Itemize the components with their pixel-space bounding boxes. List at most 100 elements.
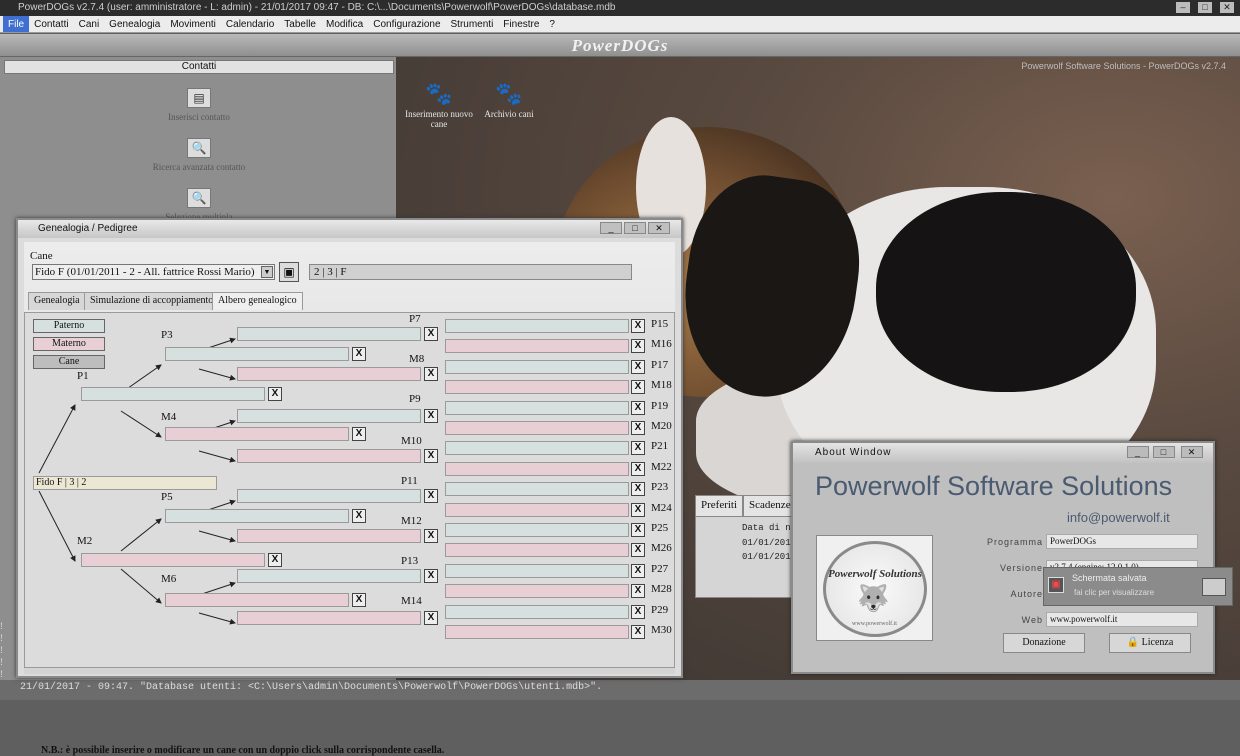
menu-file[interactable]: File	[3, 16, 30, 32]
pedigree-box-p7[interactable]	[237, 327, 421, 341]
minimize-button[interactable]: _	[1127, 446, 1149, 458]
clear-button[interactable]: X	[424, 409, 438, 423]
pedigree-box-m30[interactable]	[445, 625, 629, 639]
menu-genealogia[interactable]: Genealogia	[104, 16, 165, 32]
clear-button[interactable]: X	[631, 625, 645, 639]
inserisci-contatto-item[interactable]: ▤ Inserisci contatto	[4, 88, 394, 122]
pedigree-box-p13[interactable]	[237, 569, 421, 583]
pedigree-box-p1[interactable]	[81, 387, 265, 401]
menu-calendario[interactable]: Calendario	[221, 16, 279, 32]
pedigree-box-m8[interactable]	[237, 367, 421, 381]
pedigree-box-p29[interactable]	[445, 604, 629, 619]
pedigree-box-p15[interactable]	[445, 319, 629, 333]
clear-button[interactable]: X	[424, 489, 438, 503]
clear-button[interactable]: X	[631, 482, 645, 497]
menu-strumenti[interactable]: Strumenti	[446, 16, 499, 32]
donazione-button[interactable]: Donazione	[1003, 633, 1085, 653]
maximize-button[interactable]: □	[1198, 2, 1212, 13]
pedigree-box-m2[interactable]	[81, 553, 265, 567]
clear-button[interactable]: X	[424, 569, 438, 583]
clear-button[interactable]: X	[631, 523, 645, 537]
clear-button[interactable]: X	[631, 604, 645, 619]
clear-button[interactable]: X	[631, 461, 645, 476]
archivio-cani-shortcut[interactable]: 🐾 Archivio cani	[474, 81, 544, 119]
clear-button[interactable]: X	[631, 441, 645, 456]
menu-help[interactable]: ?	[544, 16, 560, 32]
clear-button[interactable]: X	[631, 339, 645, 354]
pedigree-box-p3[interactable]	[165, 347, 349, 361]
pedigree-box-p25[interactable]	[445, 523, 629, 537]
clear-button[interactable]: X	[424, 367, 438, 381]
inserimento-cane-shortcut[interactable]: 🐾 Inserimento nuovo cane	[404, 81, 474, 129]
clear-button[interactable]: X	[424, 449, 438, 463]
clear-button[interactable]: X	[352, 509, 366, 523]
clear-button[interactable]: X	[631, 400, 645, 415]
pedigree-box-m16[interactable]	[445, 339, 629, 354]
tab-scadenze[interactable]: Scadenze	[743, 495, 797, 517]
pedigree-box-m14[interactable]	[237, 611, 421, 625]
print-icon[interactable]: ▣	[279, 262, 299, 282]
clear-button[interactable]: X	[352, 347, 366, 361]
clear-button[interactable]: X	[352, 427, 366, 441]
clear-button[interactable]: X	[631, 380, 645, 395]
tab-preferiti[interactable]: Preferiti	[695, 495, 744, 517]
close-button[interactable]: ✕	[1181, 446, 1203, 458]
clear-button[interactable]: X	[268, 553, 282, 567]
minimize-button[interactable]: –	[1176, 2, 1190, 13]
root-dog-box[interactable]: Fido F | 3 | 2	[33, 476, 217, 490]
pedigree-box-m26[interactable]	[445, 543, 629, 558]
preferiti-row[interactable]: 01/01/2016	[742, 552, 796, 562]
menu-tabelle[interactable]: Tabelle	[279, 16, 321, 32]
pedigree-box-p19[interactable]	[445, 400, 629, 415]
tab-genealogia[interactable]: Genealogia	[28, 292, 86, 310]
pedigree-box-m12[interactable]	[237, 529, 421, 543]
clear-button[interactable]: X	[631, 563, 645, 578]
pedigree-box-p17[interactable]	[445, 359, 629, 374]
menu-cani[interactable]: Cani	[74, 16, 105, 32]
menu-contatti[interactable]: Contatti	[29, 16, 73, 32]
clear-button[interactable]: X	[352, 593, 366, 607]
pedigree-box-m6[interactable]	[165, 593, 349, 607]
clear-button[interactable]: X	[268, 387, 282, 401]
menu-configurazione[interactable]: Configurazione	[368, 16, 445, 32]
pedigree-box-p21[interactable]	[445, 441, 629, 456]
pedigree-box-p23[interactable]	[445, 482, 629, 497]
clear-button[interactable]: X	[424, 327, 438, 341]
clear-button[interactable]: X	[631, 421, 645, 435]
pedigree-box-m22[interactable]	[445, 461, 629, 476]
clear-button[interactable]: X	[631, 543, 645, 558]
pedigree-box-m20[interactable]	[445, 421, 629, 435]
pedigree-box-m24[interactable]	[445, 502, 629, 517]
minimize-button[interactable]: _	[600, 222, 622, 234]
close-button[interactable]: ✕	[1220, 2, 1234, 13]
menu-finestre[interactable]: Finestre	[498, 16, 544, 32]
clear-button[interactable]: X	[424, 611, 438, 625]
web-value[interactable]: www.powerwolf.it	[1046, 612, 1198, 627]
screenshot-toast[interactable]: ▣ Schermata salvata fai clic per visuali…	[1043, 567, 1233, 606]
tab-albero[interactable]: Albero genealogico	[212, 292, 303, 310]
clear-button[interactable]: X	[631, 502, 645, 517]
pedigree-box-m18[interactable]	[445, 380, 629, 395]
about-email[interactable]: info@powerwolf.it	[1067, 510, 1170, 525]
licenza-button[interactable]: 🔒 Licenza	[1109, 633, 1191, 653]
pedigree-box-p9[interactable]	[237, 409, 421, 423]
clear-button[interactable]: X	[631, 359, 645, 374]
ricerca-contatto-item[interactable]: 🔍 Ricerca avanzata contatto	[4, 138, 394, 172]
clear-button[interactable]: X	[631, 319, 645, 333]
pedigree-box-p27[interactable]	[445, 563, 629, 578]
pedigree-box-p5[interactable]	[165, 509, 349, 523]
pedigree-box-m4[interactable]	[165, 427, 349, 441]
menu-modifica[interactable]: Modifica	[321, 16, 368, 32]
chevron-down-icon[interactable]: ▼	[261, 266, 273, 278]
cane-select[interactable]: Fido F (01/01/2011 - 2 - All. fattrice R…	[32, 264, 275, 280]
tab-simulazione[interactable]: Simulazione di accoppiamento	[84, 292, 220, 310]
preferiti-row[interactable]: 01/01/2016	[742, 538, 796, 548]
menu-movimenti[interactable]: Movimenti	[165, 16, 221, 32]
close-button[interactable]: ✕	[648, 222, 670, 234]
clear-button[interactable]: X	[631, 584, 645, 599]
selezione-multipla-item[interactable]: 🔍 Selezione multipla	[4, 188, 394, 222]
pedigree-box-p11[interactable]	[237, 489, 421, 503]
maximize-button[interactable]: □	[624, 222, 646, 234]
maximize-button[interactable]: □	[1153, 446, 1175, 458]
clear-button[interactable]: X	[424, 529, 438, 543]
